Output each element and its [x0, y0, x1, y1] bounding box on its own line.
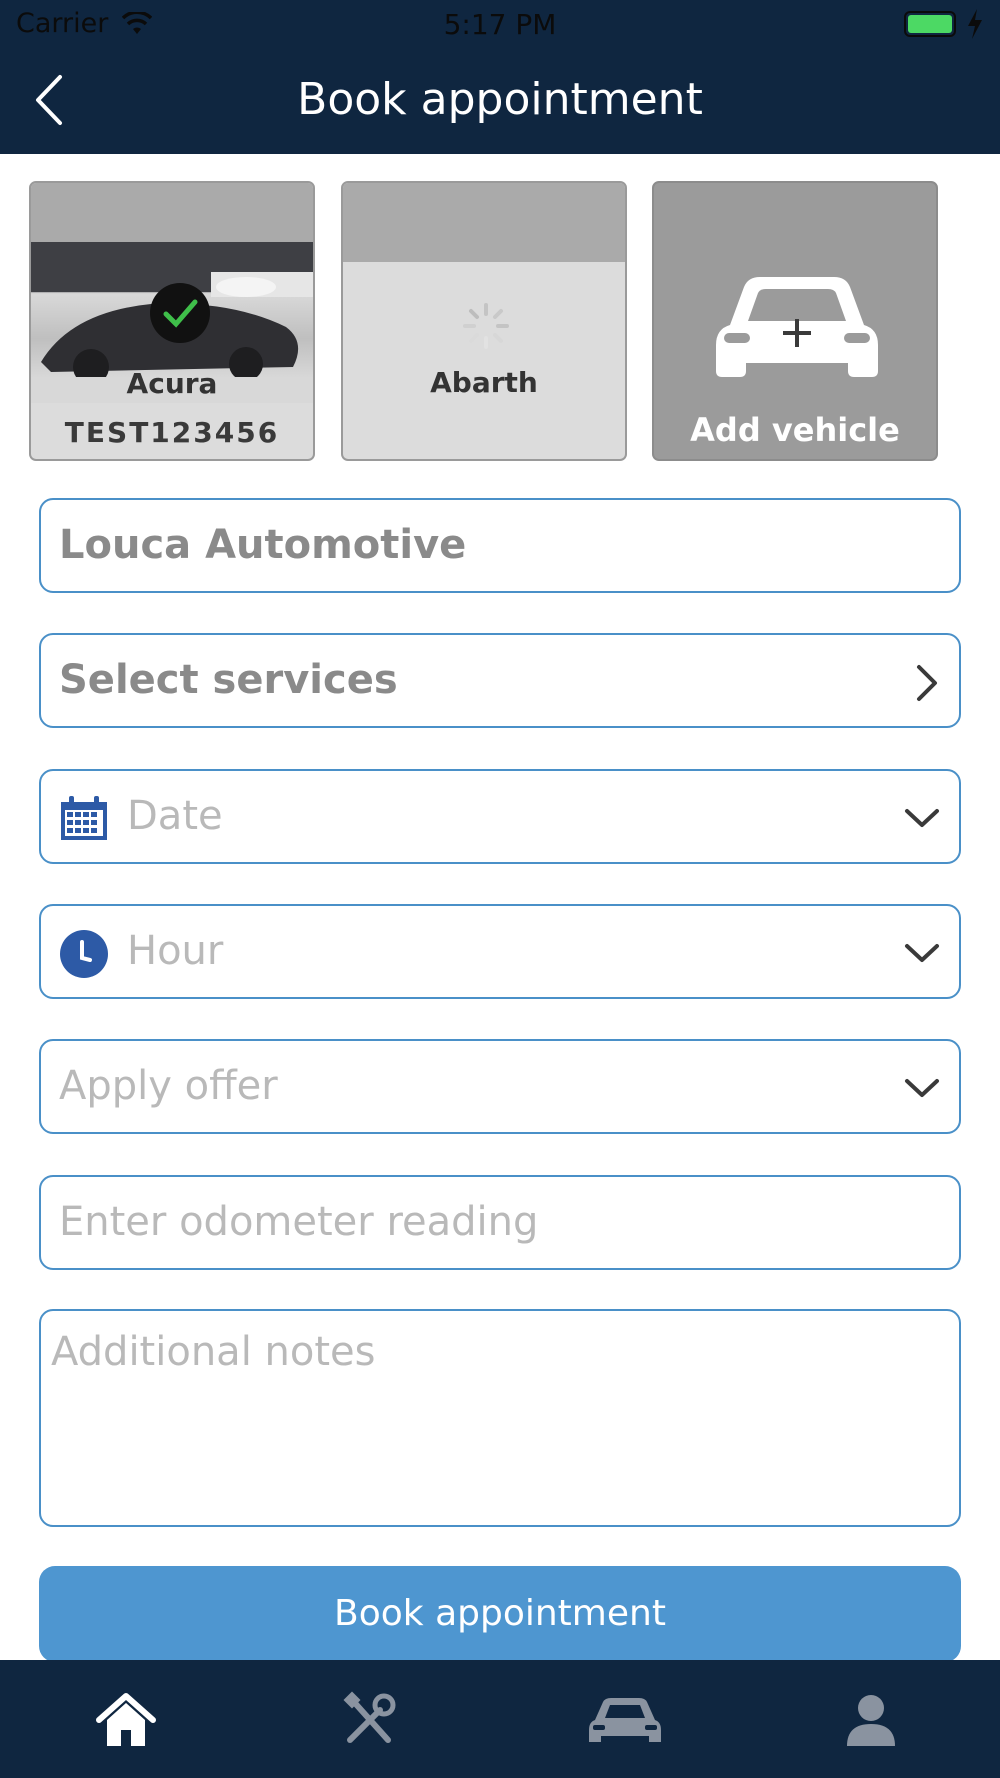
- date-field[interactable]: Date: [39, 769, 961, 864]
- additional-notes-textarea[interactable]: Additional notes: [39, 1309, 961, 1527]
- car-icon: [589, 1698, 661, 1742]
- chevron-down-icon: [903, 934, 941, 976]
- tab-profile[interactable]: [841, 1690, 911, 1750]
- hour-placeholder: Hour: [127, 928, 224, 974]
- date-placeholder: Date: [127, 793, 223, 839]
- car-plus-icon: [712, 265, 882, 385]
- shop-name: Louca Automotive: [59, 522, 467, 568]
- vehicle-card-acura[interactable]: Acura TEST123456: [29, 181, 315, 461]
- charging-icon: [966, 8, 984, 44]
- status-bar: Carrier 5:17 PM: [0, 0, 1000, 50]
- tools-icon: [343, 1691, 396, 1743]
- page-title: Book appointment: [297, 74, 703, 125]
- home-icon: [96, 1693, 156, 1746]
- hour-field[interactable]: Hour: [39, 904, 961, 999]
- vehicle-make: Abarth: [430, 366, 538, 399]
- odometer-input[interactable]: Enter odometer reading: [39, 1175, 961, 1270]
- calendar-icon: [59, 794, 109, 846]
- clock: 5:17 PM: [443, 8, 557, 41]
- clock-icon: [59, 929, 109, 983]
- tab-vehicles[interactable]: [585, 1690, 661, 1750]
- book-appointment-button[interactable]: Book appointment: [39, 1566, 961, 1662]
- navigation-bar: Carrier 5:17 PM Book appointment: [0, 0, 1000, 154]
- apply-offer-field[interactable]: Apply offer: [39, 1039, 961, 1134]
- checkmark-icon: [150, 283, 210, 343]
- tab-bar: [0, 1660, 1000, 1778]
- select-services-field[interactable]: Select services: [39, 633, 961, 728]
- vehicle-card-abarth[interactable]: Abarth: [341, 181, 627, 461]
- add-vehicle-card[interactable]: Add vehicle: [652, 181, 938, 461]
- odometer-placeholder: Enter odometer reading: [59, 1199, 539, 1245]
- chevron-down-icon: [903, 799, 941, 841]
- notes-placeholder: Additional notes: [51, 1329, 376, 1375]
- apply-offer-placeholder: Apply offer: [59, 1063, 278, 1109]
- chevron-down-icon: [903, 1069, 941, 1111]
- shop-field[interactable]: Louca Automotive: [39, 498, 961, 593]
- vehicle-make: Acura: [126, 367, 218, 400]
- spinner-icon: [461, 301, 511, 355]
- tab-services[interactable]: [340, 1690, 410, 1750]
- add-vehicle-label: Add vehicle: [690, 411, 900, 449]
- chevron-right-icon: [911, 663, 941, 707]
- vehicle-plate: TEST123456: [64, 416, 280, 449]
- battery-icon: [904, 11, 956, 37]
- card-header-band: [343, 183, 625, 262]
- tab-home[interactable]: [91, 1690, 161, 1750]
- user-icon: [847, 1695, 895, 1746]
- select-services-label: Select services: [59, 657, 398, 703]
